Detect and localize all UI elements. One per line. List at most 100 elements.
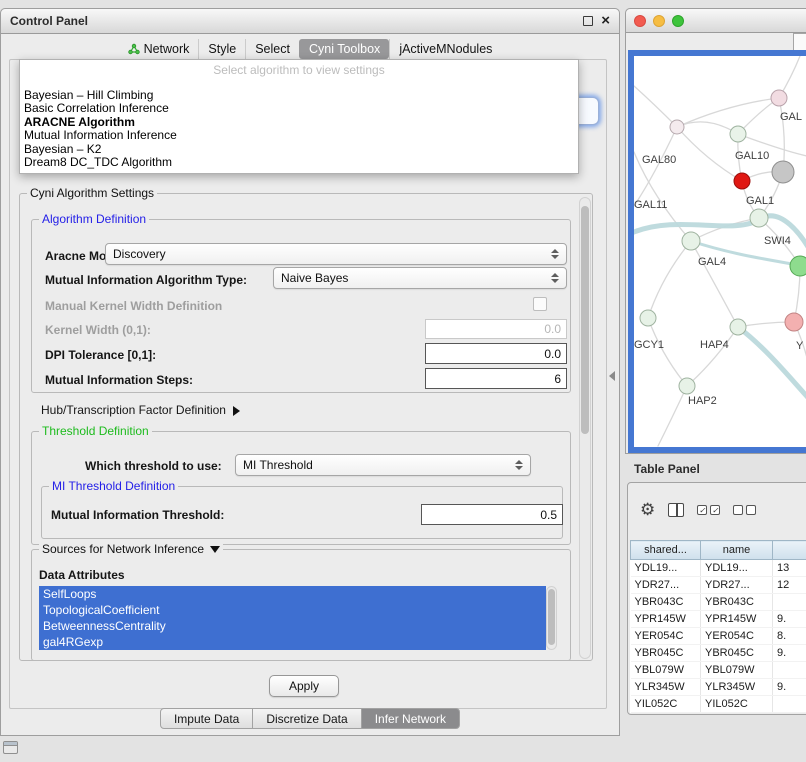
table-cell[interactable]: 9. — [773, 645, 806, 662]
network-canvas-svg[interactable]: GALGAL80GAL10GAL11GAL1SWI4GAL4GCY1HAP4HA… — [634, 56, 806, 447]
scrollbar-thumb[interactable] — [548, 589, 555, 645]
network-node[interactable] — [772, 161, 794, 183]
table-cell[interactable]: 12 — [773, 577, 806, 594]
tab-network[interactable]: Network — [119, 39, 199, 59]
table-cell[interactable]: 13 — [773, 560, 806, 577]
attribute-list-scrollbar[interactable] — [546, 586, 557, 650]
table-cell[interactable]: YBL079W — [631, 662, 701, 679]
table-cell[interactable]: YIL052C — [701, 696, 773, 713]
hide-columns-icon[interactable] — [733, 505, 756, 515]
mi-type-select[interactable]: Naive Bayes — [273, 267, 567, 289]
table-row[interactable]: YBR045CYBR045C9. — [631, 645, 806, 662]
table-cell[interactable]: 9. — [773, 679, 806, 696]
kernel-width-field[interactable]: 0.0 — [425, 319, 567, 339]
show-columns-icon[interactable]: ✓ ✓ — [697, 505, 720, 515]
table-cell[interactable]: YBR045C — [631, 645, 701, 662]
column-header-clipped[interactable] — [773, 541, 806, 560]
settings-scrollbar[interactable] — [579, 197, 591, 659]
network-node[interactable] — [670, 120, 684, 134]
network-node[interactable] — [785, 313, 803, 331]
algorithm-option-selected[interactable]: ARACNE Algorithm — [20, 116, 578, 129]
aracne-mode-select[interactable]: Discovery — [105, 243, 567, 265]
network-node[interactable] — [682, 232, 700, 250]
table-cell[interactable]: YBL079W — [701, 662, 773, 679]
table-row[interactable]: YDL19...YDL19...13 — [631, 560, 806, 577]
algorithm-option[interactable]: Mutual Information Inference — [20, 129, 578, 142]
view-scrollbar-fragment[interactable] — [793, 33, 806, 51]
columns-icon[interactable] — [668, 503, 684, 517]
sources-group-title[interactable]: Sources for Network Inference — [39, 542, 223, 556]
table-cell[interactable]: YDL19... — [701, 560, 773, 577]
hub-section-toggle[interactable]: Hub/Transcription Factor Definition — [41, 403, 240, 417]
panel-collapse-arrow-icon[interactable] — [609, 371, 615, 381]
mi-steps-field[interactable]: 6 — [425, 368, 567, 389]
table-cell[interactable]: YBR043C — [701, 594, 773, 611]
algorithm-option[interactable]: Bayesian – Hill Climbing — [20, 89, 578, 102]
table-cell[interactable]: YBR043C — [631, 594, 701, 611]
table-cell[interactable]: YIL052C — [631, 696, 701, 713]
tab-select[interactable]: Select — [245, 39, 299, 59]
network-node[interactable] — [734, 173, 750, 189]
expand-right-icon[interactable] — [233, 406, 240, 416]
network-icon — [128, 43, 140, 55]
algorithm-option[interactable]: Dream8 DC_TDC Algorithm — [20, 156, 578, 169]
zoom-traffic-light[interactable] — [672, 15, 684, 27]
attribute-item-selected[interactable]: gal4RGexp — [39, 634, 546, 650]
attribute-item-selected[interactable]: BetweennessCentrality — [39, 618, 546, 634]
collapse-down-icon[interactable] — [210, 546, 220, 553]
minimize-traffic-light[interactable] — [653, 15, 665, 27]
scrollbar-thumb[interactable] — [581, 206, 589, 434]
table-row[interactable]: YIL052CYIL052C — [631, 696, 806, 713]
table-cell[interactable]: YER054C — [701, 628, 773, 645]
attribute-item-selected[interactable]: SelfLoops — [39, 586, 546, 602]
table-cell[interactable]: YDL19... — [631, 560, 701, 577]
table-cell[interactable] — [773, 594, 806, 611]
manual-kernel-checkbox[interactable] — [533, 297, 547, 311]
table-row[interactable]: YDR27...YDR27...12 — [631, 577, 806, 594]
tab-discretize-data[interactable]: Discretize Data — [252, 708, 361, 729]
gear-icon[interactable]: ⚙ — [640, 501, 655, 519]
dpi-tolerance-field[interactable]: 0.0 — [425, 343, 567, 364]
table-cell[interactable]: YDR27... — [701, 577, 773, 594]
table-cell[interactable]: YLR345W — [631, 679, 701, 696]
close-traffic-light[interactable] — [634, 15, 646, 27]
table-cell[interactable]: YPR145W — [701, 611, 773, 628]
column-header-name[interactable]: name — [701, 541, 773, 560]
table-cell[interactable]: 8. — [773, 628, 806, 645]
tab-jactivemnodules[interactable]: jActiveMNodules — [389, 39, 501, 59]
network-node[interactable] — [750, 209, 768, 227]
table-cell[interactable] — [773, 662, 806, 679]
table-row[interactable]: YLR345WYLR345W9. — [631, 679, 806, 696]
table-cell[interactable]: YER054C — [631, 628, 701, 645]
column-header-shared-name[interactable]: shared... — [631, 541, 701, 560]
tab-cyni-toolbox[interactable]: Cyni Toolbox — [299, 39, 389, 59]
table-cell[interactable]: YPR145W — [631, 611, 701, 628]
which-threshold-select[interactable]: MI Threshold — [235, 454, 531, 476]
network-node[interactable] — [771, 90, 787, 106]
network-node[interactable] — [679, 378, 695, 394]
mi-threshold-field[interactable]: 0.5 — [421, 504, 563, 525]
table-row[interactable]: YBL079WYBL079W — [631, 662, 806, 679]
network-node[interactable] — [640, 310, 656, 326]
table-cell[interactable]: YBR045C — [701, 645, 773, 662]
network-node[interactable] — [790, 256, 806, 276]
attribute-item-selected[interactable]: TopologicalCoefficient — [39, 602, 546, 618]
network-node[interactable] — [730, 319, 746, 335]
table-cell[interactable] — [773, 696, 806, 713]
table-row[interactable]: YER054CYER054C8. — [631, 628, 806, 645]
dock-panel-icon[interactable] — [3, 741, 18, 754]
algorithm-option[interactable]: Bayesian – K2 — [20, 143, 578, 156]
network-node[interactable] — [730, 126, 746, 142]
close-icon[interactable]: × — [601, 16, 610, 26]
tab-style[interactable]: Style — [198, 39, 245, 59]
tab-impute-data[interactable]: Impute Data — [160, 708, 253, 729]
tab-infer-network[interactable]: Infer Network — [361, 708, 460, 729]
table-row[interactable]: YPR145WYPR145W9. — [631, 611, 806, 628]
table-row[interactable]: YBR043CYBR043C — [631, 594, 806, 611]
float-window-icon[interactable] — [583, 16, 593, 26]
apply-button[interactable]: Apply — [269, 675, 339, 697]
table-cell[interactable]: YLR345W — [701, 679, 773, 696]
table-cell[interactable]: 9. — [773, 611, 806, 628]
table-cell[interactable]: YDR27... — [631, 577, 701, 594]
algorithm-option[interactable]: Basic Correlation Inference — [20, 102, 578, 115]
